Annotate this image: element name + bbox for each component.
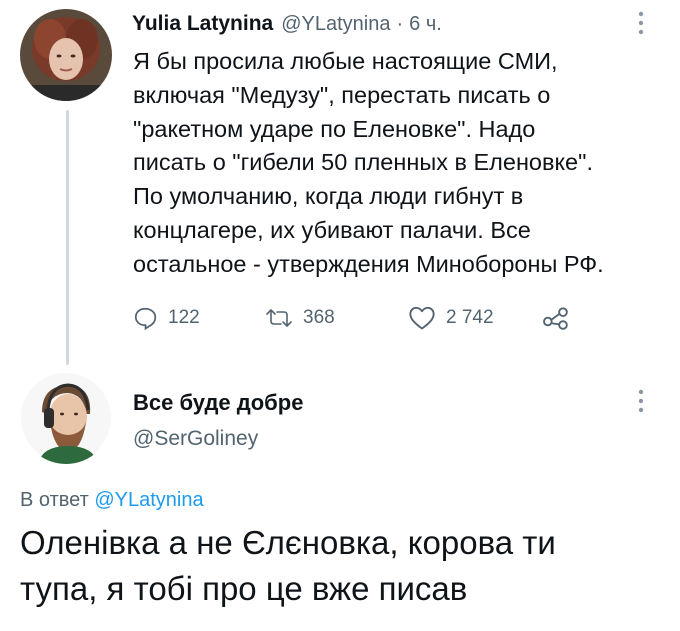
tweet-time[interactable]: 6 ч. [409, 13, 442, 36]
share-button[interactable] [542, 305, 580, 331]
author-name[interactable]: Yulia Latynina [132, 12, 273, 36]
reply-prefix: В ответ [20, 489, 89, 511]
tweet-text-line: писать о "гибели 50 пленных в Еленовке". [133, 149, 593, 176]
author-avatar-image [20, 9, 112, 101]
thread-line [66, 110, 69, 365]
tweet-text-line: Я бы просила любые настоящие СМИ, [133, 48, 558, 74]
retweet-button[interactable]: 368 [265, 305, 335, 331]
tweet-text-line: "ракетном ударе по Еленовке". Надо [133, 115, 536, 142]
reply-text: Оленівка а не Єлєновка, корова ти тупа, … [20, 520, 556, 612]
like-count: 2 742 [446, 307, 494, 328]
reply-icon [134, 307, 157, 331]
reply-text-line: Оленівка а не Єлєновка, корова ти [20, 524, 556, 561]
tweet-text-line: включая "Медузу", перестать писать о [133, 81, 551, 108]
author-avatar[interactable] [20, 9, 112, 101]
reply-button[interactable]: 122 [132, 305, 200, 331]
reply-author-handle[interactable]: @SerGoliney [133, 427, 258, 451]
reply-more-icon[interactable] [636, 388, 646, 419]
reply-author-avatar[interactable] [20, 372, 112, 464]
reply-author-avatar-image [20, 372, 112, 464]
tweet-text-line: концлагере, их убивают палачи. Все [133, 216, 531, 243]
retweet-icon [266, 309, 292, 327]
tweet-text-line: По умолчанию, когда люди гибнут в [133, 183, 524, 210]
reply-count: 122 [168, 307, 200, 328]
tweet-text-line: остальное - утверждения Минобороны РФ. [133, 250, 604, 277]
reply-text-line: тупа, я тобі про це вже писав [20, 570, 468, 607]
share-icon [543, 307, 568, 330]
like-button[interactable]: 2 742 [408, 305, 494, 331]
tweet-header: Yulia Latynina @YLatynina · 6 ч. [132, 12, 442, 36]
tweet-text: Я бы просила любые настоящие СМИ, включа… [133, 45, 604, 282]
reply-mention-link[interactable]: @YLatynina [94, 489, 203, 511]
separator-dot: · [396, 13, 404, 35]
author-handle[interactable]: @YLatynina [281, 13, 390, 36]
reply-author-name[interactable]: Все буде добре [133, 390, 303, 416]
more-icon[interactable] [636, 10, 646, 41]
replying-to: В ответ @YLatynina [20, 489, 204, 512]
retweet-count: 368 [303, 307, 335, 328]
like-icon [409, 306, 435, 330]
